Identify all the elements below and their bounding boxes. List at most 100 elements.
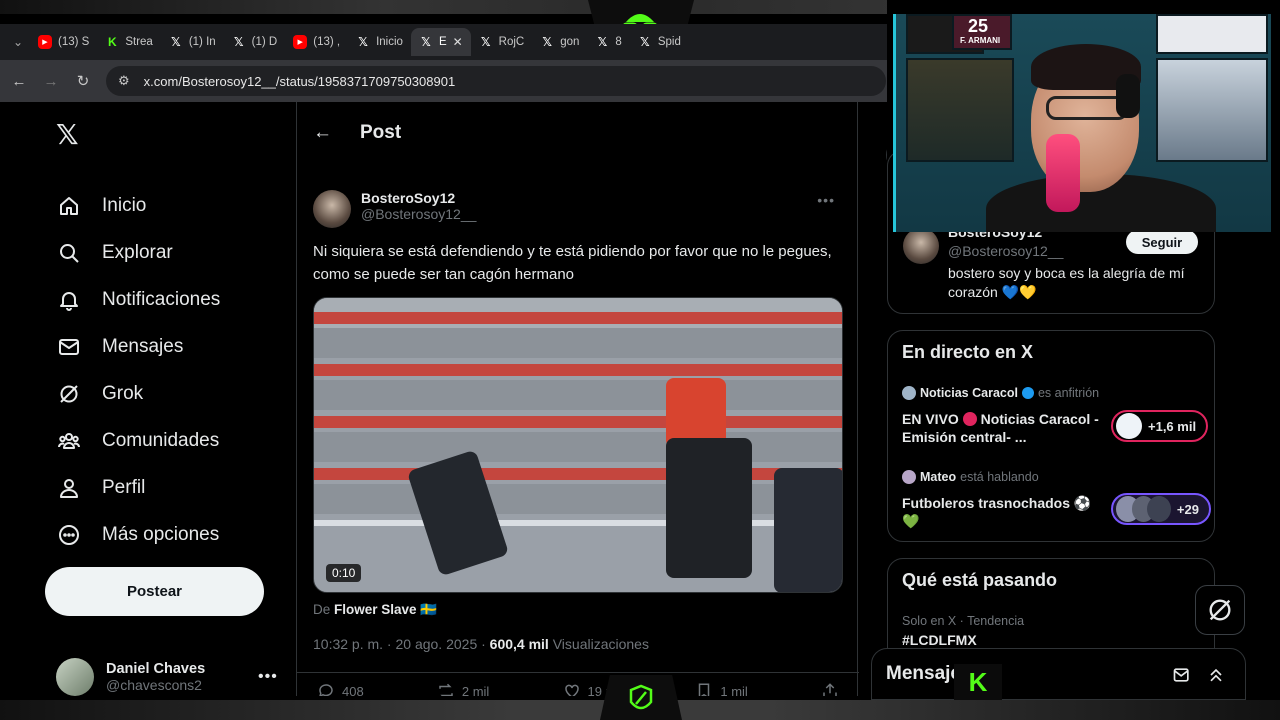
live-listeners-pill[interactable]: +1,6 mil xyxy=(1111,410,1209,442)
account-switcher[interactable]: Daniel Chaves @chavescons2 xyxy=(56,658,205,696)
listener-count: +1,6 mil xyxy=(1148,418,1197,434)
close-icon[interactable]: ✕ xyxy=(453,35,463,49)
youtube-icon: ▶ xyxy=(38,35,52,49)
forward-arrow-icon[interactable]: → xyxy=(42,72,60,90)
browser-tab[interactable]: ▶ (13) , xyxy=(285,28,348,56)
video-frame-stand xyxy=(314,328,842,358)
video-frame-rail xyxy=(314,520,842,526)
live-host-name: Noticias Caracol xyxy=(920,386,1018,400)
nav-item-label: Inicio xyxy=(102,195,147,216)
poster-number: 25 xyxy=(968,16,989,36)
webcam-poster xyxy=(1156,58,1268,162)
browser-tab[interactable]: 𝕏 Spid xyxy=(630,28,689,56)
nav-item-explorar[interactable]: Explorar xyxy=(56,233,173,273)
live-host-suffix: está hablando xyxy=(960,470,1039,484)
account-more-icon[interactable]: ••• xyxy=(258,668,278,686)
x-icon: 𝕏 xyxy=(597,35,608,49)
nav-item-perfil[interactable]: Perfil xyxy=(56,468,145,508)
x-logo-icon[interactable]: 𝕏 xyxy=(56,118,79,151)
x-icon: 𝕏 xyxy=(480,35,491,49)
back-arrow-icon[interactable]: ← xyxy=(313,122,332,144)
browser-tab[interactable]: ▶ (13) S xyxy=(30,28,97,56)
grok-floating-button[interactable] xyxy=(1195,585,1245,635)
address-bar[interactable]: ⚙ x.com/Bosterosoy12__/status/1958371709… xyxy=(106,66,886,96)
tab-label: 8 xyxy=(615,36,622,48)
x-icon: 𝕏 xyxy=(233,35,244,49)
poster-name: F. ARMANI xyxy=(960,36,1001,45)
reload-icon[interactable]: ↻ xyxy=(74,72,92,90)
back-arrow-icon[interactable]: ← xyxy=(10,72,28,90)
home-icon xyxy=(56,193,82,219)
tab-list-chevron-icon[interactable]: ⌄ xyxy=(6,30,30,54)
post-time[interactable]: 10:32 p. m. · 20 ago. 2025 · xyxy=(313,636,486,652)
nav-item-label: Perfil xyxy=(102,477,146,498)
tab-label: (1) D xyxy=(251,36,278,48)
video-duration: 0:10 xyxy=(326,564,362,582)
browser-tab[interactable]: 𝕏 Inicio xyxy=(348,28,411,56)
live-title[interactable]: EN VIVO Noticias Caracol - Emisión centr… xyxy=(902,410,1107,446)
divider xyxy=(297,672,859,673)
live-host[interactable]: Mateo está hablando xyxy=(902,470,1039,484)
expand-up-icon[interactable] xyxy=(1206,665,1226,685)
live-listeners-pill[interactable]: +29 xyxy=(1111,493,1211,525)
browser-tab[interactable]: K Strea xyxy=(97,28,161,56)
reply-button[interactable]: 408 xyxy=(317,682,364,696)
nav-item-mensajes[interactable]: Mensajes xyxy=(56,327,183,367)
nav-item-comunidades[interactable]: Comunidades xyxy=(56,421,219,461)
new-message-icon[interactable] xyxy=(1172,665,1192,685)
avatar xyxy=(56,658,94,696)
post-button[interactable]: Postear xyxy=(45,567,264,616)
reply-count: 408 xyxy=(342,683,364,697)
trend-meta: Solo en X · Tendencia xyxy=(902,614,1025,628)
trend-tag[interactable]: #LCDLFMX xyxy=(902,632,977,648)
nav-item-label: Grok xyxy=(102,383,144,404)
repost-count: 2 mil xyxy=(461,683,490,697)
webcam-overlay: 25 F. ARMANI xyxy=(893,14,1271,232)
browser-tab[interactable]: 𝕏 (1) In xyxy=(161,28,224,56)
author-name[interactable]: BosteroSoy12 xyxy=(361,190,476,206)
share-button[interactable] xyxy=(821,682,839,696)
nav-item-más-opciones[interactable]: Más opciones xyxy=(56,515,219,555)
nav-item-label: Más opciones xyxy=(102,524,220,545)
trends-section-title: Qué está pasando xyxy=(902,570,1058,590)
live-title[interactable]: Futboleros trasnochados ⚽💚 xyxy=(902,494,1092,530)
nav-item-grok[interactable]: Grok xyxy=(56,374,143,414)
browser-tab[interactable]: 𝕏 RojC xyxy=(471,28,533,56)
browser-tab[interactable]: 𝕏 E ✕ xyxy=(410,28,471,56)
account-handle: @chavescons2 xyxy=(106,677,202,693)
tab-label: Spid xyxy=(657,36,681,48)
x-page: 𝕏 Inicio Explorar Notificaciones Mensajes Gr… xyxy=(0,102,895,696)
video-source: De Flower Slave 🇸🇪 xyxy=(313,602,437,618)
nav-item-inicio[interactable]: Inicio xyxy=(56,186,146,226)
browser-tab[interactable]: 𝕏gon xyxy=(532,28,587,56)
avatar[interactable] xyxy=(903,228,939,264)
suggested-user-handle[interactable]: @Bosterosoy12__ xyxy=(948,243,1063,259)
bookmark-icon xyxy=(699,683,710,696)
browser-tab[interactable]: 𝕏8 xyxy=(587,28,629,56)
x-icon: 𝕏 xyxy=(170,35,181,49)
nav-item-notificaciones[interactable]: Notificaciones xyxy=(56,280,220,320)
video-frame-seats xyxy=(314,312,842,324)
post-header: ← Post xyxy=(313,122,401,144)
live-host-suffix: es anfitrión xyxy=(1037,386,1100,400)
site-settings-icon[interactable]: ⚙ xyxy=(118,73,130,89)
messages-drawer[interactable]: Mensaje xyxy=(871,648,1246,700)
webcam-poster: 25 F. ARMANI xyxy=(952,14,1012,50)
messages-drawer-title: Mensaje xyxy=(886,663,961,684)
avatar[interactable] xyxy=(313,190,351,228)
x-icon: 𝕏 xyxy=(542,35,553,49)
follow-button[interactable]: Seguir xyxy=(1126,230,1198,254)
bookmark-button[interactable]: 1 mil xyxy=(695,682,748,696)
video-player[interactable]: 0:10 xyxy=(313,297,843,593)
webcam-poster xyxy=(906,58,1014,162)
author-handle[interactable]: @Bosterosoy12__ xyxy=(361,206,476,222)
tab-strip: ⌄ ▶ (13) S K Strea 𝕏 (1) In 𝕏 (1) D ▶ (13) , 𝕏 Inic… xyxy=(0,24,895,60)
browser-tab[interactable]: 𝕏 (1) D xyxy=(224,28,286,56)
more-icon[interactable]: ••• xyxy=(817,192,835,208)
live-host[interactable]: Noticias Caracol es anfitrión xyxy=(902,386,1099,400)
source-name[interactable]: Flower Slave 🇸🇪 xyxy=(334,602,437,617)
listener-count: +29 xyxy=(1176,501,1199,517)
repost-button[interactable]: 2 mil xyxy=(437,682,489,696)
post-actions: 408 2 mil 19 mil 1 mil xyxy=(317,682,839,696)
webcam-headset xyxy=(1116,74,1140,118)
